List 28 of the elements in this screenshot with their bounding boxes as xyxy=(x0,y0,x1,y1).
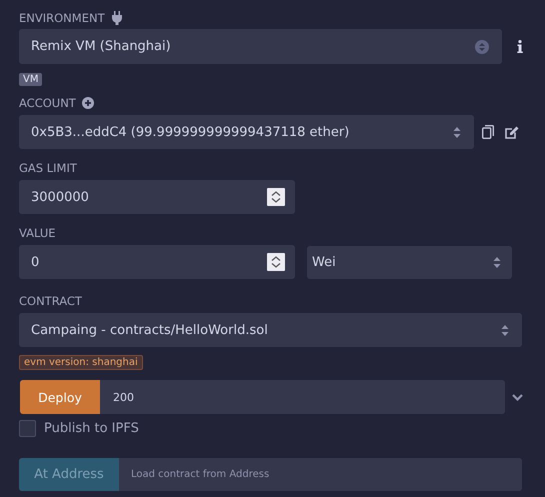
contract-select[interactable]: Campaing - contracts/HelloWorld.sol xyxy=(19,313,522,347)
spinner-icon[interactable] xyxy=(267,188,285,206)
plug-icon xyxy=(110,11,123,25)
copy-icon[interactable] xyxy=(482,125,494,139)
account-select[interactable]: 0x5B3...eddC4 (99.999999999999437118 ether) xyxy=(19,115,474,149)
spinner-icon[interactable] xyxy=(267,253,285,271)
sort-icon xyxy=(453,126,461,138)
field-label: GAS LIMIT xyxy=(19,161,77,175)
sort-icon xyxy=(501,324,509,336)
checkbox-label: Publish to IPFS xyxy=(44,421,139,436)
gas-limit-field[interactable]: 3000000 xyxy=(19,180,295,214)
sort-icon xyxy=(493,256,501,268)
evm-version-badge: evm version: shanghai xyxy=(19,355,143,370)
unit-select[interactable]: Wei xyxy=(307,246,512,278)
info-icon[interactable] xyxy=(517,40,523,53)
field-label: ACCOUNT xyxy=(19,96,76,110)
edit-icon[interactable] xyxy=(505,126,519,138)
add-icon[interactable] xyxy=(82,97,94,109)
value-field[interactable]: 0 xyxy=(19,245,295,279)
field-label: ENVIRONMENT xyxy=(19,11,105,25)
field-label: CONTRACT xyxy=(19,294,82,308)
sort-icon xyxy=(475,40,489,54)
publish-checkbox[interactable] xyxy=(19,420,36,437)
environment-select[interactable]: Remix VM (Shanghai) xyxy=(19,29,502,64)
vm-badge: VM xyxy=(19,73,42,86)
chevron-down-icon[interactable] xyxy=(512,394,523,400)
deploy-argument-field[interactable]: 200 xyxy=(100,380,505,414)
field-label: VALUE xyxy=(19,226,56,240)
